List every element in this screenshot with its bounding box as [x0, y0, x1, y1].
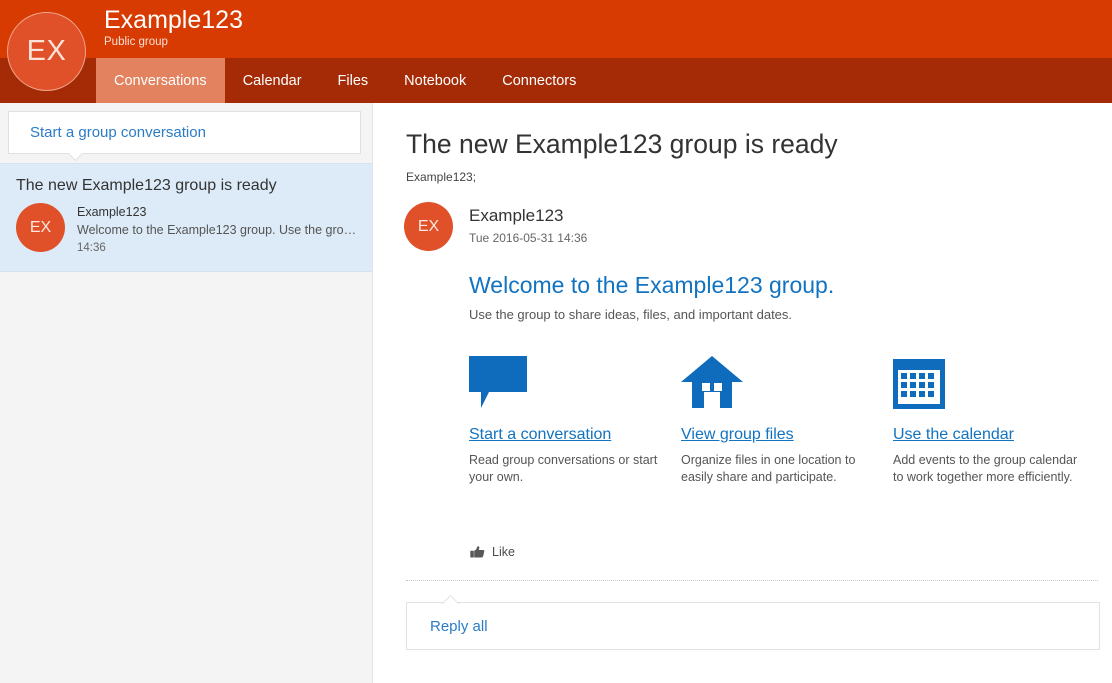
message-sender-name: Example123: [469, 206, 564, 225]
group-avatar-initials: EX: [26, 35, 67, 67]
feature-link-use-the-calendar[interactable]: Use the calendar: [893, 425, 1014, 445]
tab-notebook-label: Notebook: [404, 72, 467, 89]
message-sent-date: Tue 2016-05-31 14:36: [469, 231, 588, 245]
header-titles: Example123 Public group: [104, 5, 243, 50]
avatar: EX: [16, 203, 65, 252]
feature-desc-use-the-calendar: Add events to the group calendar to work…: [893, 453, 1078, 484]
conversation-list-sidebar: Start a group conversation The new Examp…: [0, 103, 373, 683]
message-sender-block: EX Example123 Tue 2016-05-31 14:36: [404, 202, 1112, 251]
conversation-time: 14:36: [77, 242, 106, 254]
calendar-icon: [893, 351, 1105, 409]
message-title: The new Example123 group is ready: [406, 129, 838, 159]
page-title: Example123: [104, 6, 243, 34]
reading-pane: The new Example123 group is ready Exampl…: [373, 103, 1112, 683]
conversation-meta: Example123 Welcome to the Example123 gro…: [77, 203, 358, 257]
feature-list: Start a conversation Read group conversa…: [469, 351, 1098, 486]
tab-connectors-label: Connectors: [502, 72, 577, 89]
tab-bar: Conversations Calendar Files Notebook Co…: [0, 58, 1112, 103]
tab-files[interactable]: Files: [320, 58, 387, 103]
welcome-subtext: Use the group to share ideas, files, and…: [469, 307, 793, 322]
conversation-row: EX Example123 Welcome to the Example123 …: [16, 203, 358, 257]
body-split: Start a group conversation The new Examp…: [0, 103, 1112, 683]
tab-conversations-label: Conversations: [114, 72, 207, 89]
reply-all-label: Reply all: [430, 617, 488, 635]
conversation-subject: The new Example123 group is ready: [16, 177, 277, 194]
feature-desc-start-conversation: Read group conversations or start your o…: [469, 453, 658, 484]
tab-calendar[interactable]: Calendar: [225, 58, 320, 103]
tab-calendar-label: Calendar: [242, 72, 302, 89]
start-group-conversation-button[interactable]: Start a group conversation: [8, 111, 361, 154]
tab-notebook[interactable]: Notebook: [386, 58, 484, 103]
avatar-initials: EX: [417, 217, 440, 235]
tab-conversations[interactable]: Conversations: [96, 58, 225, 103]
group-type-label: Public group: [104, 36, 168, 48]
group-avatar: EX: [7, 12, 86, 91]
start-group-conversation-label: Start a group conversation: [30, 124, 206, 141]
speech-bubble-icon: [469, 351, 681, 409]
avatar: EX: [404, 202, 453, 251]
tab-files-label: Files: [337, 72, 369, 89]
divider: [406, 580, 1098, 581]
like-label: Like: [492, 545, 515, 559]
callout-notch-icon: [440, 595, 460, 604]
welcome-heading: Welcome to the Example123 group.: [469, 272, 835, 298]
like-button[interactable]: Like: [469, 544, 525, 560]
conversation-sender: Example123: [77, 205, 147, 219]
message-recipients: Example123;: [406, 170, 477, 184]
feature-view-group-files: View group files Organize files in one l…: [681, 351, 893, 486]
callout-notch-icon: [66, 153, 84, 162]
conversation-preview: Welcome to the Example123 group. Use the…: [77, 223, 358, 237]
sender-info: Example123 Tue 2016-05-31 14:36: [469, 202, 587, 247]
feature-start-conversation: Start a conversation Read group conversa…: [469, 351, 681, 486]
tab-connectors[interactable]: Connectors: [484, 58, 594, 103]
reply-all-button[interactable]: Reply all: [406, 602, 1100, 650]
feature-use-the-calendar: Use the calendar Add events to the group…: [893, 351, 1105, 486]
thumbs-up-icon: [469, 544, 485, 560]
list-item[interactable]: The new Example123 group is ready EX Exa…: [0, 163, 372, 272]
app-header: EX Example123 Public group: [0, 0, 1112, 91]
house-icon: [681, 351, 893, 409]
feature-link-view-group-files[interactable]: View group files: [681, 425, 794, 445]
message-body: Welcome to the Example123 group. Use the…: [469, 270, 1098, 486]
avatar-initials: EX: [29, 218, 52, 236]
feature-desc-view-group-files: Organize files in one location to easily…: [681, 453, 856, 484]
feature-link-start-conversation[interactable]: Start a conversation: [469, 425, 611, 445]
